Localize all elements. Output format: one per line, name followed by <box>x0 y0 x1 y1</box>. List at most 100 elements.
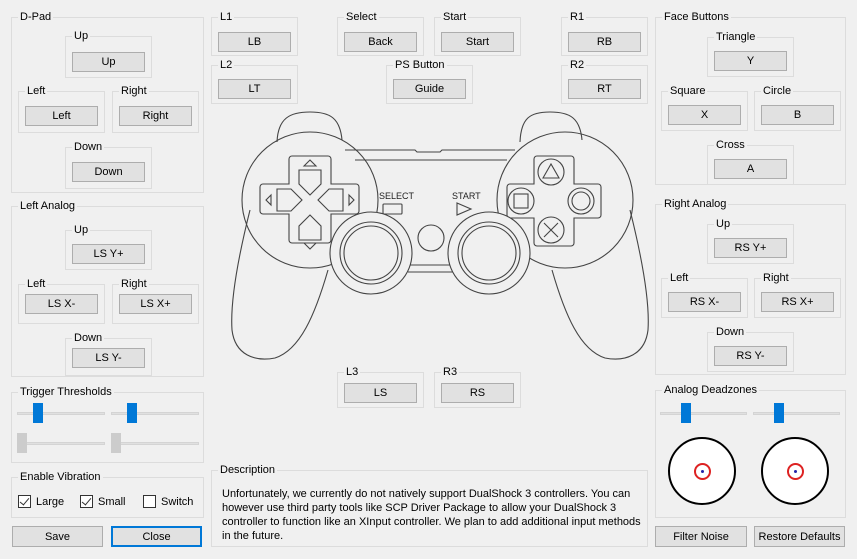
start-group: Start Start <box>434 10 521 56</box>
face-buttons-title: Face Buttons <box>662 10 731 24</box>
right-stick-deadzone-preview <box>761 437 829 505</box>
dpad-up-button[interactable]: Up <box>72 52 145 72</box>
rs-right-label: Right <box>761 271 791 285</box>
checkbox-box[interactable] <box>143 495 156 508</box>
dpad-right-button[interactable]: Right <box>119 106 192 126</box>
ls-down-label: Down <box>72 331 105 345</box>
ls-left-label: Left <box>25 277 48 291</box>
ps-button-label: PS Button <box>393 58 447 72</box>
slider-thumb[interactable] <box>33 403 43 423</box>
triangle-group: Triangle Y <box>707 30 794 77</box>
checkbox-box[interactable] <box>80 495 93 508</box>
dpad-left-button[interactable]: Left <box>25 106 98 126</box>
square-button[interactable]: X <box>668 105 741 125</box>
vibration-small-label: Small <box>98 495 126 508</box>
right-analog-group: Right Analog Up RS Y+ Left RS X- Right R… <box>655 197 846 375</box>
l3-group: L3 LS <box>337 365 424 408</box>
cross-group: Cross A <box>707 138 794 185</box>
save-button[interactable]: Save <box>12 526 103 547</box>
r2-button[interactable]: RT <box>568 79 641 99</box>
right-shoulder-outline <box>519 111 583 143</box>
slider-thumb[interactable] <box>127 403 137 423</box>
select-button[interactable]: Back <box>344 32 417 52</box>
vibration-small-checkbox[interactable]: Small <box>80 495 126 508</box>
r1-label: R1 <box>568 10 587 24</box>
dpad-right-label: Right <box>119 84 149 98</box>
slider-thumb[interactable] <box>774 403 784 423</box>
r3-button[interactable]: RS <box>441 383 514 403</box>
rs-up-group: Up RS Y+ <box>707 217 794 264</box>
deadzones-group: Analog Deadzones <box>655 383 846 518</box>
rs-down-group: Down RS Y- <box>707 325 794 372</box>
close-button[interactable]: Close <box>111 526 202 547</box>
select-illustration <box>382 203 403 215</box>
left-stick-illustration <box>329 211 413 295</box>
dpad-up-group: Up Up <box>65 29 152 78</box>
circle-label: Circle <box>761 84 794 98</box>
right-analog-title: Right Analog <box>662 197 729 211</box>
ps-button-group: PS Button Guide <box>386 58 473 104</box>
stick-position-dot <box>700 469 704 473</box>
start-button[interactable]: Start <box>441 32 514 52</box>
start-illustration <box>456 202 473 216</box>
rs-down-label: Down <box>714 325 747 339</box>
dpad-up-label: Up <box>72 29 91 43</box>
l1-group: L1 LB <box>211 10 298 56</box>
face-buttons-group: Face Buttons Triangle Y Square X Circle … <box>655 10 846 185</box>
ls-up-button[interactable]: LS Y+ <box>72 244 145 264</box>
triangle-button[interactable]: Y <box>714 51 787 71</box>
ps-button[interactable]: Guide <box>393 79 466 99</box>
ls-right-label: Right <box>119 277 149 291</box>
rs-down-button[interactable]: RS Y- <box>714 346 787 366</box>
vibration-large-checkbox[interactable]: Large <box>18 495 64 508</box>
right-deadzone-slider[interactable] <box>753 403 840 425</box>
rs-right-button[interactable]: RS X+ <box>761 292 834 312</box>
checkbox-box[interactable] <box>18 495 31 508</box>
vibration-switch-label: Switch <box>161 495 194 508</box>
dpad-left-group: Left Left <box>18 84 105 133</box>
l2-button[interactable]: LT <box>218 79 291 99</box>
circle-button[interactable]: B <box>761 105 834 125</box>
ls-down-group: Down LS Y- <box>65 331 152 376</box>
trigger-slider-right[interactable] <box>111 403 199 425</box>
left-stick-deadzone-preview <box>668 437 736 505</box>
restore-defaults-button[interactable]: Restore Defaults <box>754 526 845 547</box>
ls-left-button[interactable]: LS X- <box>25 294 98 314</box>
ls-right-button[interactable]: LS X+ <box>119 294 192 314</box>
trigger-slider-left[interactable] <box>17 403 105 425</box>
right-stick-illustration <box>447 211 531 295</box>
vibration-switch-checkbox[interactable]: Switch <box>143 495 193 508</box>
dpad-down-button[interactable]: Down <box>72 162 145 182</box>
select-text: SELECT <box>379 191 415 201</box>
trigger-thresholds-group: Trigger Thresholds <box>11 385 204 463</box>
dpad-down-label: Down <box>72 140 105 154</box>
left-deadzone-slider[interactable] <box>660 403 747 425</box>
select-group: Select Back <box>337 10 424 56</box>
stick-position-dot <box>793 469 797 473</box>
vibration-group: Enable Vibration Large Small Switch <box>11 470 204 518</box>
ps-button-illustration <box>417 224 445 252</box>
rs-up-label: Up <box>714 217 733 231</box>
left-analog-title: Left Analog <box>18 199 78 213</box>
rs-right-group: Right RS X+ <box>754 271 841 318</box>
circle-group: Circle B <box>754 84 841 131</box>
l1-button[interactable]: LB <box>218 32 291 52</box>
filter-noise-button[interactable]: Filter Noise <box>655 526 747 547</box>
trigger-slider-left-disabled <box>17 433 105 455</box>
rs-left-button[interactable]: RS X- <box>668 292 741 312</box>
triangle-label: Triangle <box>714 30 758 44</box>
l3-button[interactable]: LS <box>344 383 417 403</box>
cross-label: Cross <box>714 138 747 152</box>
l1-label: L1 <box>218 10 235 24</box>
controller-illustration: SELECT START <box>231 111 649 360</box>
r1-button[interactable]: RB <box>568 32 641 52</box>
ls-down-button[interactable]: LS Y- <box>72 348 145 368</box>
dpad-right-group: Right Right <box>112 84 199 133</box>
vibration-title: Enable Vibration <box>18 470 103 484</box>
square-label: Square <box>668 84 708 98</box>
slider-thumb[interactable] <box>681 403 691 423</box>
cross-button[interactable]: A <box>714 159 787 179</box>
r2-label: R2 <box>568 58 587 72</box>
rs-up-button[interactable]: RS Y+ <box>714 238 787 258</box>
l3-label: L3 <box>344 365 361 379</box>
